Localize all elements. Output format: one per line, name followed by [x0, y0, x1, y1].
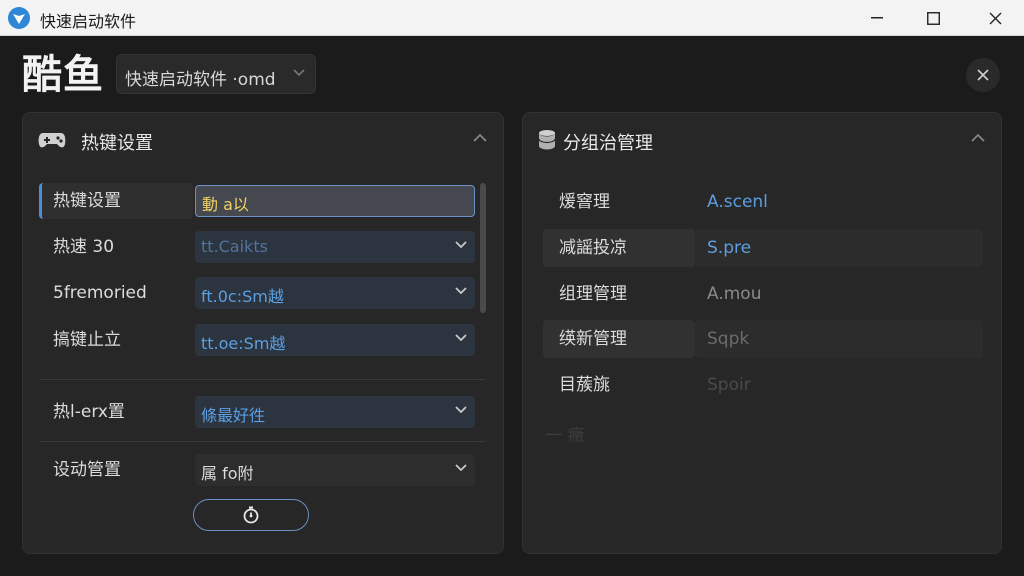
group-management-panel: 分组治管理 煖窨理 A.scenl 减謡投凉 S.pre 组理管理 A.mou … — [522, 112, 1002, 554]
setting-dropdown-value: tt.oe:Ѕm越 — [201, 334, 286, 353]
setting-row: 搞键止立 tt.oe:Ѕm越 — [39, 322, 479, 358]
gamepad-icon — [38, 133, 66, 148]
chevron-up-icon[interactable] — [473, 133, 487, 142]
group-label: 煖窨理 — [559, 192, 610, 212]
hotkey-input-value: 動 a以 — [202, 195, 249, 214]
group-label: 绬新管理 — [543, 320, 695, 358]
setting-dropdown-value: 属 fo附 — [201, 464, 254, 483]
setting-dropdown-value: tt.Caikts — [201, 237, 268, 256]
setting-dropdown-value: ft.0c:Ѕm越 — [201, 287, 284, 306]
panel-title: 热键设置 — [81, 133, 153, 154]
setting-dropdown[interactable]: 属 fo附 — [195, 454, 475, 486]
scrollbar[interactable] — [480, 183, 486, 313]
setting-dropdown[interactable]: 條最好徃 — [195, 396, 475, 428]
title-bar: 快速启动软件 — [0, 0, 1024, 36]
panel-title: 分组治管理 — [563, 133, 653, 154]
chevron-down-icon — [455, 241, 467, 249]
group-value: Sqpk — [695, 320, 983, 358]
divider — [39, 441, 485, 442]
setting-label: 5fremoried — [53, 283, 147, 303]
chevron-down-icon — [455, 464, 467, 472]
chevron-down-icon — [455, 406, 467, 414]
group-value: A.scenl — [707, 192, 768, 212]
setting-row: 5fremoried ft.0c:Ѕm越 — [39, 275, 479, 311]
panel-header[interactable]: 热键设置 — [23, 113, 503, 167]
setting-row: 热l-erx置 條最好徃 — [39, 394, 479, 430]
setting-label: 搞键止立 — [53, 330, 121, 350]
group-row[interactable]: 绬新管理 Sqpk — [543, 320, 983, 358]
hotkey-input[interactable]: 動 a以 — [195, 185, 475, 217]
faint-list-item: 一 癥 — [545, 426, 585, 446]
chevron-down-icon — [293, 69, 305, 77]
close-icon — [989, 12, 1001, 24]
timer-icon — [243, 506, 259, 524]
app-content: 酷鱼 快速启动软件 ·omd 热键设置 热键设置 動 a以 热速 30 tt.C… — [0, 36, 1024, 576]
group-value: Spoir — [707, 375, 751, 395]
setting-label[interactable]: 热键设置 — [39, 183, 193, 219]
setting-label: 热l-erx置 — [53, 402, 125, 422]
app-icon — [8, 7, 30, 29]
group-row[interactable]: 组理管理 A.mou — [543, 275, 983, 313]
window-title: 快速启动软件 — [40, 12, 137, 31]
divider — [39, 379, 485, 380]
setting-dropdown[interactable]: tt.Caikts — [195, 231, 475, 263]
group-row[interactable]: 煖窨理 A.scenl — [543, 183, 983, 221]
setting-row: 热速 30 tt.Caikts — [39, 229, 479, 265]
group-value: A.mou — [707, 284, 762, 304]
hotkey-settings-panel: 热键设置 热键设置 動 a以 热速 30 tt.Caikts 5fremorie… — [22, 112, 504, 554]
close-window-button[interactable] — [964, 0, 1024, 36]
group-row[interactable]: 减謡投凉 S.pre — [543, 229, 983, 267]
profile-select[interactable]: 快速启动软件 ·omd — [116, 54, 316, 94]
panel-header[interactable]: 分组治管理 — [523, 113, 1001, 167]
setting-dropdown[interactable]: ft.0c:Ѕm越 — [195, 277, 475, 309]
setting-row: 热键设置 動 a以 — [39, 183, 479, 219]
setting-dropdown[interactable]: tt.oe:Ѕm越 — [195, 324, 475, 356]
maximize-button[interactable] — [902, 0, 964, 36]
timer-button[interactable] — [193, 499, 309, 531]
setting-row: 设动管置 属 fo附 — [39, 452, 479, 488]
database-icon — [538, 130, 556, 150]
profile-select-value: 快速启动软件 ·omd — [125, 70, 276, 90]
chevron-up-icon[interactable] — [971, 133, 985, 142]
setting-label: 热速 30 — [53, 237, 115, 257]
close-panel-button[interactable] — [966, 58, 1000, 92]
brand-title: 酷鱼 — [22, 52, 104, 98]
setting-label: 设动管置 — [53, 460, 121, 480]
close-icon — [977, 69, 989, 81]
minimize-button[interactable] — [846, 0, 908, 36]
maximize-icon — [926, 11, 940, 25]
group-row[interactable]: 目蔟旐 Spoir — [543, 366, 983, 404]
group-label: 目蔟旐 — [559, 375, 610, 395]
group-label: 减謡投凉 — [543, 229, 695, 267]
group-value: S.pre — [695, 229, 983, 267]
minimize-icon — [871, 17, 883, 19]
chevron-down-icon — [455, 334, 467, 342]
group-label: 组理管理 — [559, 284, 627, 304]
chevron-down-icon — [455, 287, 467, 295]
setting-dropdown-value: 條最好徃 — [201, 406, 266, 425]
